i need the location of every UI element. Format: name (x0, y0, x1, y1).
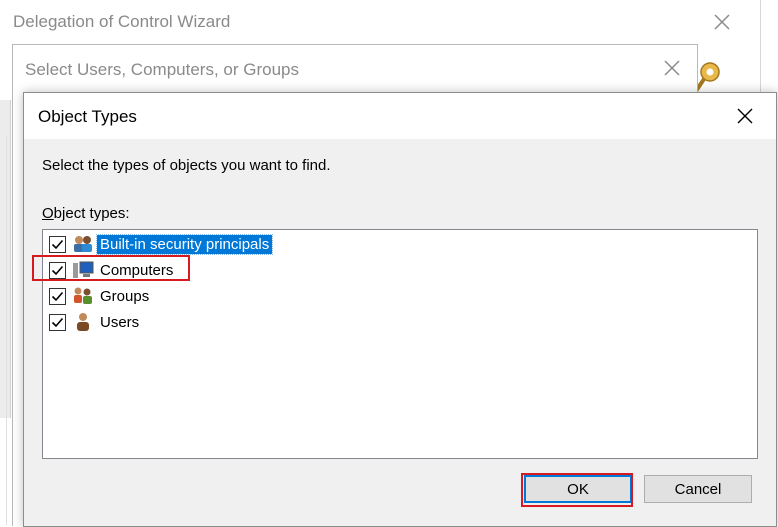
wizard-title: Delegation of Control Wizard (13, 12, 231, 31)
computers-highlight-box (32, 255, 190, 281)
dialog-titlebar: Object Types (24, 93, 776, 139)
checkmark-icon (51, 317, 64, 327)
checkmark-icon (51, 239, 64, 249)
checkbox[interactable] (49, 313, 66, 331)
ok-highlight-box (521, 473, 633, 507)
select-dialog-title: Select Users, Computers, or Groups (25, 60, 299, 79)
instruction-text: Select the types of objects you want to … (42, 157, 331, 174)
background-panel-edge (0, 135, 7, 525)
list-item-label: Groups (100, 287, 150, 305)
object-types-label-text: bject types: (53, 205, 130, 222)
object-types-label: Object types: (42, 205, 130, 222)
cancel-button[interactable]: Cancel (644, 475, 752, 503)
user-icon (77, 313, 89, 331)
security-principals-icon (74, 236, 92, 252)
dialog-title: Object Types (38, 107, 137, 126)
checkbox[interactable] (49, 287, 66, 305)
close-icon[interactable] (661, 57, 683, 79)
object-types-dialog: Object Types Select the types of objects… (23, 92, 777, 527)
list-item[interactable]: Users (49, 311, 142, 333)
list-item-label: Built-in security principals (95, 233, 274, 255)
close-icon[interactable] (734, 105, 756, 127)
groups-icon (74, 287, 92, 304)
checkbox[interactable] (49, 235, 66, 253)
close-icon[interactable] (709, 9, 735, 35)
list-item[interactable]: Groups (49, 285, 152, 307)
accelerator-key: O (42, 205, 54, 222)
list-item-label: Users (100, 313, 140, 331)
list-item[interactable]: Built-in security principals (49, 233, 274, 255)
checkmark-icon (51, 291, 64, 301)
